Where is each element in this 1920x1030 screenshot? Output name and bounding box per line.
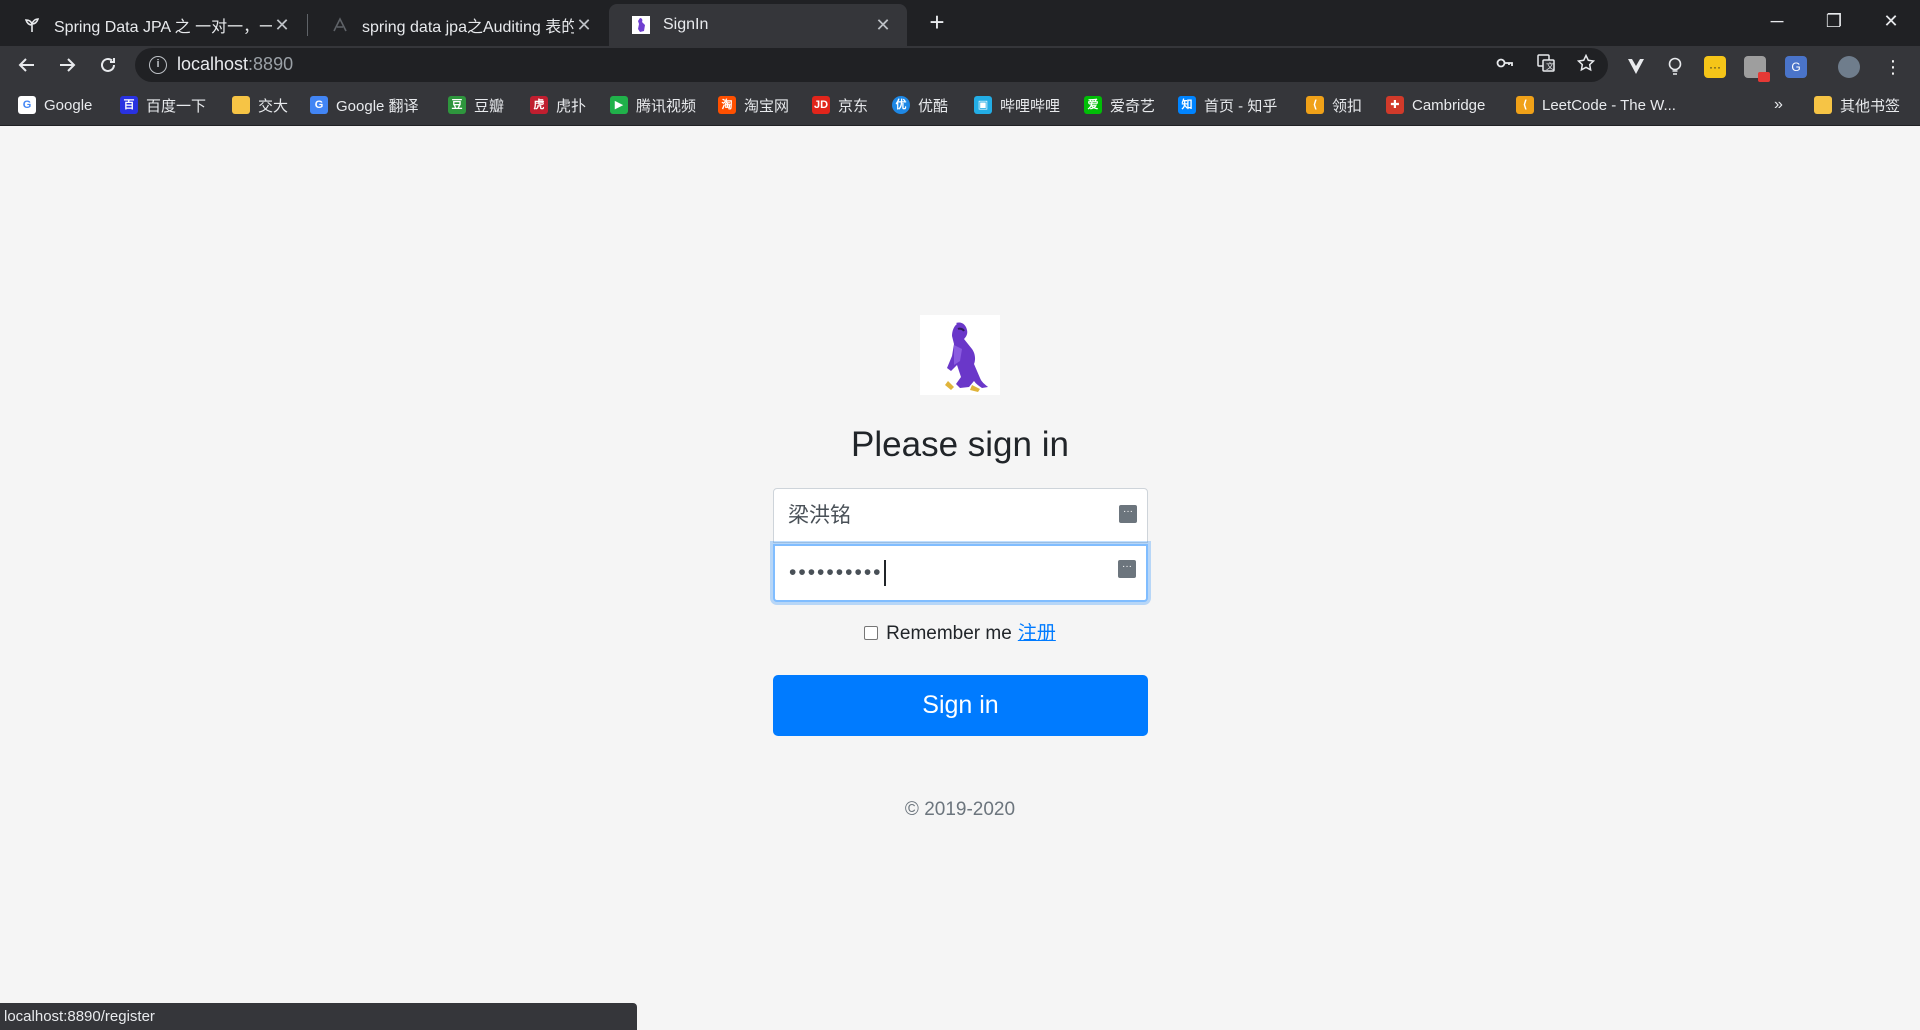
translate-icon: G xyxy=(310,96,328,114)
username-field[interactable]: 梁洪铭 ··· xyxy=(773,488,1148,543)
address-bar[interactable]: i localhost:8890 文 xyxy=(135,48,1608,82)
close-window-button[interactable]: ✕ xyxy=(1871,6,1911,36)
site-icon xyxy=(330,15,350,35)
remember-row: Remember me 注册 xyxy=(0,618,1920,645)
avatar-icon xyxy=(631,15,651,35)
bookmark-bilibili[interactable]: ▣ 哔哩哔哩 xyxy=(974,94,1060,116)
back-arrow-icon xyxy=(18,58,34,72)
cambridge-icon: ✚ xyxy=(1386,96,1404,114)
jd-icon: JD xyxy=(812,96,830,114)
username-value: 梁洪铭 xyxy=(788,504,851,527)
leetcode-icon: ⟨ xyxy=(1516,96,1534,114)
reload-button[interactable] xyxy=(93,50,123,80)
site-info-icon[interactable]: i xyxy=(149,56,167,74)
tencent-video-icon: ▶ xyxy=(610,96,628,114)
iqiyi-icon: 爱 xyxy=(1084,96,1102,114)
google-icon: G xyxy=(18,96,36,114)
menu-dots-icon[interactable]: ⋮ xyxy=(1882,56,1904,78)
bookmark-youku[interactable]: 优优酷 xyxy=(892,94,948,116)
notification-badge xyxy=(1758,72,1770,82)
bookmark-google[interactable]: G Google xyxy=(18,94,92,116)
minimize-button[interactable]: ─ xyxy=(1757,6,1797,36)
vue-devtools-icon[interactable] xyxy=(1625,56,1647,78)
browser-toolbar: i localhost:8890 文 ··· G ⋮ xyxy=(0,46,1920,84)
sign-in-button[interactable]: Sign in xyxy=(773,675,1148,736)
close-tab-icon[interactable]: ✕ xyxy=(574,15,594,36)
bookmark-hupu[interactable]: 虎虎扑 xyxy=(530,94,586,116)
hupu-icon: 虎 xyxy=(530,96,548,114)
youku-icon: 优 xyxy=(892,96,910,114)
tab-strip: Spring Data JPA 之 一对一，一对多 ✕ spring data … xyxy=(0,0,1920,46)
bookmarks-overflow-button[interactable]: » xyxy=(1774,96,1783,114)
password-value: •••••••••• xyxy=(789,561,883,584)
bookmark-iqiyi[interactable]: 爱爱奇艺 xyxy=(1084,94,1155,116)
leetcode-cn-icon: ⟨ xyxy=(1306,96,1324,114)
other-bookmarks-folder[interactable]: 其他书签 xyxy=(1814,94,1900,116)
tab-spring-data-jpa[interactable]: Spring Data JPA 之 一对一，一对多 ✕ xyxy=(0,4,306,46)
text-caret xyxy=(883,560,886,587)
bookmark-cambridge[interactable]: ✚ Cambridge xyxy=(1386,94,1485,116)
sprout-icon xyxy=(22,15,42,35)
page-title: Please sign in xyxy=(851,425,1069,464)
password-manager-icon[interactable]: ··· xyxy=(1118,560,1136,578)
bookmark-star-icon[interactable] xyxy=(1575,53,1597,76)
remember-me-label[interactable]: Remember me xyxy=(886,623,1012,644)
restore-button[interactable]: ❐ xyxy=(1814,6,1854,36)
translate-page-icon[interactable]: 文 xyxy=(1535,54,1557,76)
forward-button[interactable] xyxy=(52,50,82,80)
lightbulb-extension-icon[interactable] xyxy=(1664,56,1686,78)
signin-page: Please sign in 梁洪铭 ··· •••••••••• ··· Re… xyxy=(0,127,1920,1030)
bookmark-leetcode[interactable]: ⟨ LeetCode - The W... xyxy=(1516,94,1676,116)
remember-me-checkbox[interactable] xyxy=(864,626,879,640)
close-tab-icon[interactable]: ✕ xyxy=(272,15,292,36)
taobao-icon: 淘 xyxy=(718,96,736,114)
bookmark-leetcode-cn[interactable]: ⟨ 领扣 xyxy=(1306,94,1362,116)
logo-image xyxy=(920,315,1000,395)
profile-avatar[interactable] xyxy=(1838,56,1860,78)
svg-text:文: 文 xyxy=(1546,61,1554,71)
back-button[interactable] xyxy=(12,50,42,80)
douban-icon: 豆 xyxy=(448,96,466,114)
tab-spring-auditing[interactable]: spring data jpa之Auditing 表的 ✕ xyxy=(308,4,608,46)
password-manager-icon[interactable]: ··· xyxy=(1119,505,1137,523)
folder-icon xyxy=(1814,96,1832,114)
bookmark-baidu[interactable]: 百百度一下 xyxy=(120,94,206,116)
bookmark-google-translate[interactable]: G Google 翻译 xyxy=(310,94,419,116)
close-tab-icon[interactable]: ✕ xyxy=(873,15,893,36)
bookmark-folder-jiaoda[interactable]: 交大 xyxy=(232,94,288,116)
bookmark-tencent-video[interactable]: ▶ 腾讯视频 xyxy=(610,94,696,116)
folder-icon xyxy=(232,96,250,114)
tab-signin[interactable]: SignIn ✕ xyxy=(609,4,907,46)
copyright-text: © 2019-2020 xyxy=(904,799,1016,820)
bookmarks-bar: G Google 百百度一下 交大 G Google 翻译 豆豆瓣 虎虎扑 ▶ 腾讯视… xyxy=(0,84,1920,126)
google-translate-extension-icon[interactable]: G xyxy=(1785,56,1807,78)
status-bubble: localhost:8890/register xyxy=(0,1003,637,1030)
notes-extension-icon[interactable]: ··· xyxy=(1704,56,1726,78)
forward-arrow-icon xyxy=(60,58,76,72)
bookmark-jd[interactable]: JD 京东 xyxy=(812,94,868,116)
address-url[interactable]: localhost:8890 xyxy=(177,54,293,75)
bilibili-icon: ▣ xyxy=(974,96,992,114)
bookmark-douban[interactable]: 豆豆瓣 xyxy=(448,94,504,116)
register-link[interactable]: 注册 xyxy=(1018,623,1056,644)
zhihu-icon: 知 xyxy=(1178,96,1196,114)
new-tab-button[interactable]: + xyxy=(922,8,952,38)
extension-badge-icon[interactable] xyxy=(1744,56,1770,82)
reload-icon xyxy=(101,57,115,72)
baidu-icon: 百 xyxy=(120,96,138,114)
bookmark-taobao[interactable]: 淘淘宝网 xyxy=(718,94,789,116)
password-field[interactable]: •••••••••• ··· xyxy=(773,544,1148,602)
bookmark-zhihu[interactable]: 知首页 - 知乎 xyxy=(1178,94,1277,116)
key-icon[interactable] xyxy=(1494,54,1516,76)
